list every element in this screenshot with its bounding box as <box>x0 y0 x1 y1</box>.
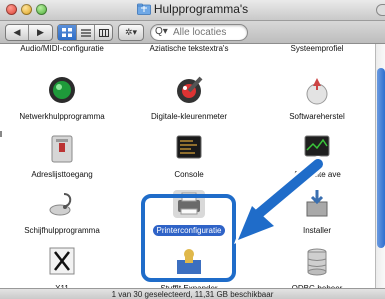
item-label: Digitale-kleurenmeter <box>150 112 228 121</box>
scrollbar-thumb[interactable] <box>377 68 385 248</box>
color-meter-icon <box>177 76 203 103</box>
icon-grid: Audio/MIDI-configuratie Aziatische tekst… <box>0 44 377 293</box>
list-view-icon <box>80 28 91 37</box>
view-mode-control <box>57 24 113 41</box>
gear-icon: ✲▾ <box>124 27 138 37</box>
callout-arrow-icon <box>234 156 326 244</box>
list-item-network-utility[interactable]: Netwerkhulpprogramma <box>2 74 122 124</box>
column-view-button[interactable] <box>95 25 112 40</box>
network-utility-icon <box>49 77 75 103</box>
status-bar: 1 van 30 geselecteerd, 11,31 GB beschikb… <box>0 288 385 299</box>
toolbar-toggle-button[interactable] <box>376 4 385 16</box>
item-label: Schijfhulpprogramma <box>24 226 100 235</box>
icon-view-icon <box>62 28 72 37</box>
action-menu-button[interactable]: ✲▾ <box>118 24 144 41</box>
list-item-software-restore[interactable]: Softwareherstel <box>257 74 377 124</box>
item-label: Console <box>174 170 204 179</box>
list-view-button[interactable] <box>77 25 95 40</box>
x11-icon <box>49 247 75 275</box>
back-button[interactable]: ◀ <box>6 25 29 40</box>
finder-window: Hulpprogramma's ◀ ▶ ✲▾ Q▾ Alle locaties … <box>0 0 385 299</box>
item-label: Adreslijsttoegang <box>31 170 93 179</box>
list-item-disk-utility[interactable]: Schijfhulpprogramma <box>2 188 122 238</box>
callout-highlight-box <box>141 194 236 282</box>
item-label-audio-midi[interactable]: Audio/MIDI-configuratie <box>20 44 104 53</box>
item-label-asian-text[interactable]: Aziatische tekstextra's <box>150 44 229 53</box>
toolbar: ◀ ▶ ✲▾ Q▾ <box>0 21 385 44</box>
vertical-scrollbar[interactable] <box>375 44 385 288</box>
list-item-directory-access[interactable]: Adreslijsttoegang <box>2 132 122 182</box>
disk-utility-icon <box>49 193 72 216</box>
icon-view-button[interactable] <box>58 25 77 40</box>
search-icon[interactable]: Q▾ <box>155 26 168 37</box>
list-item-color-meter[interactable]: Digitale-kleurenmeter <box>129 74 249 124</box>
console-icon <box>176 135 202 159</box>
forward-button[interactable]: ▶ <box>29 25 52 40</box>
item-label: Netwerkhulpprogramma <box>19 112 105 121</box>
item-label: Softwareherstel <box>289 112 345 121</box>
back-forward-control: ◀ ▶ <box>5 24 53 41</box>
window-title-wrap: Hulpprogramma's <box>0 2 385 16</box>
column-view-icon <box>98 28 109 37</box>
resize-notch <box>0 131 2 137</box>
folder-icon <box>136 3 151 15</box>
window-title: Hulpprogramma's <box>153 2 249 16</box>
software-restore-icon <box>306 78 328 105</box>
directory-access-icon <box>51 135 73 163</box>
search-input[interactable] <box>173 26 243 38</box>
search-field[interactable]: Q▾ <box>150 24 248 41</box>
status-text: 1 van 30 geselecteerd, 11,31 GB beschikb… <box>111 290 274 299</box>
item-label-system-profiler[interactable]: Systeemprofiel <box>291 44 344 53</box>
title-bar[interactable]: Hulpprogramma's <box>0 0 385 21</box>
